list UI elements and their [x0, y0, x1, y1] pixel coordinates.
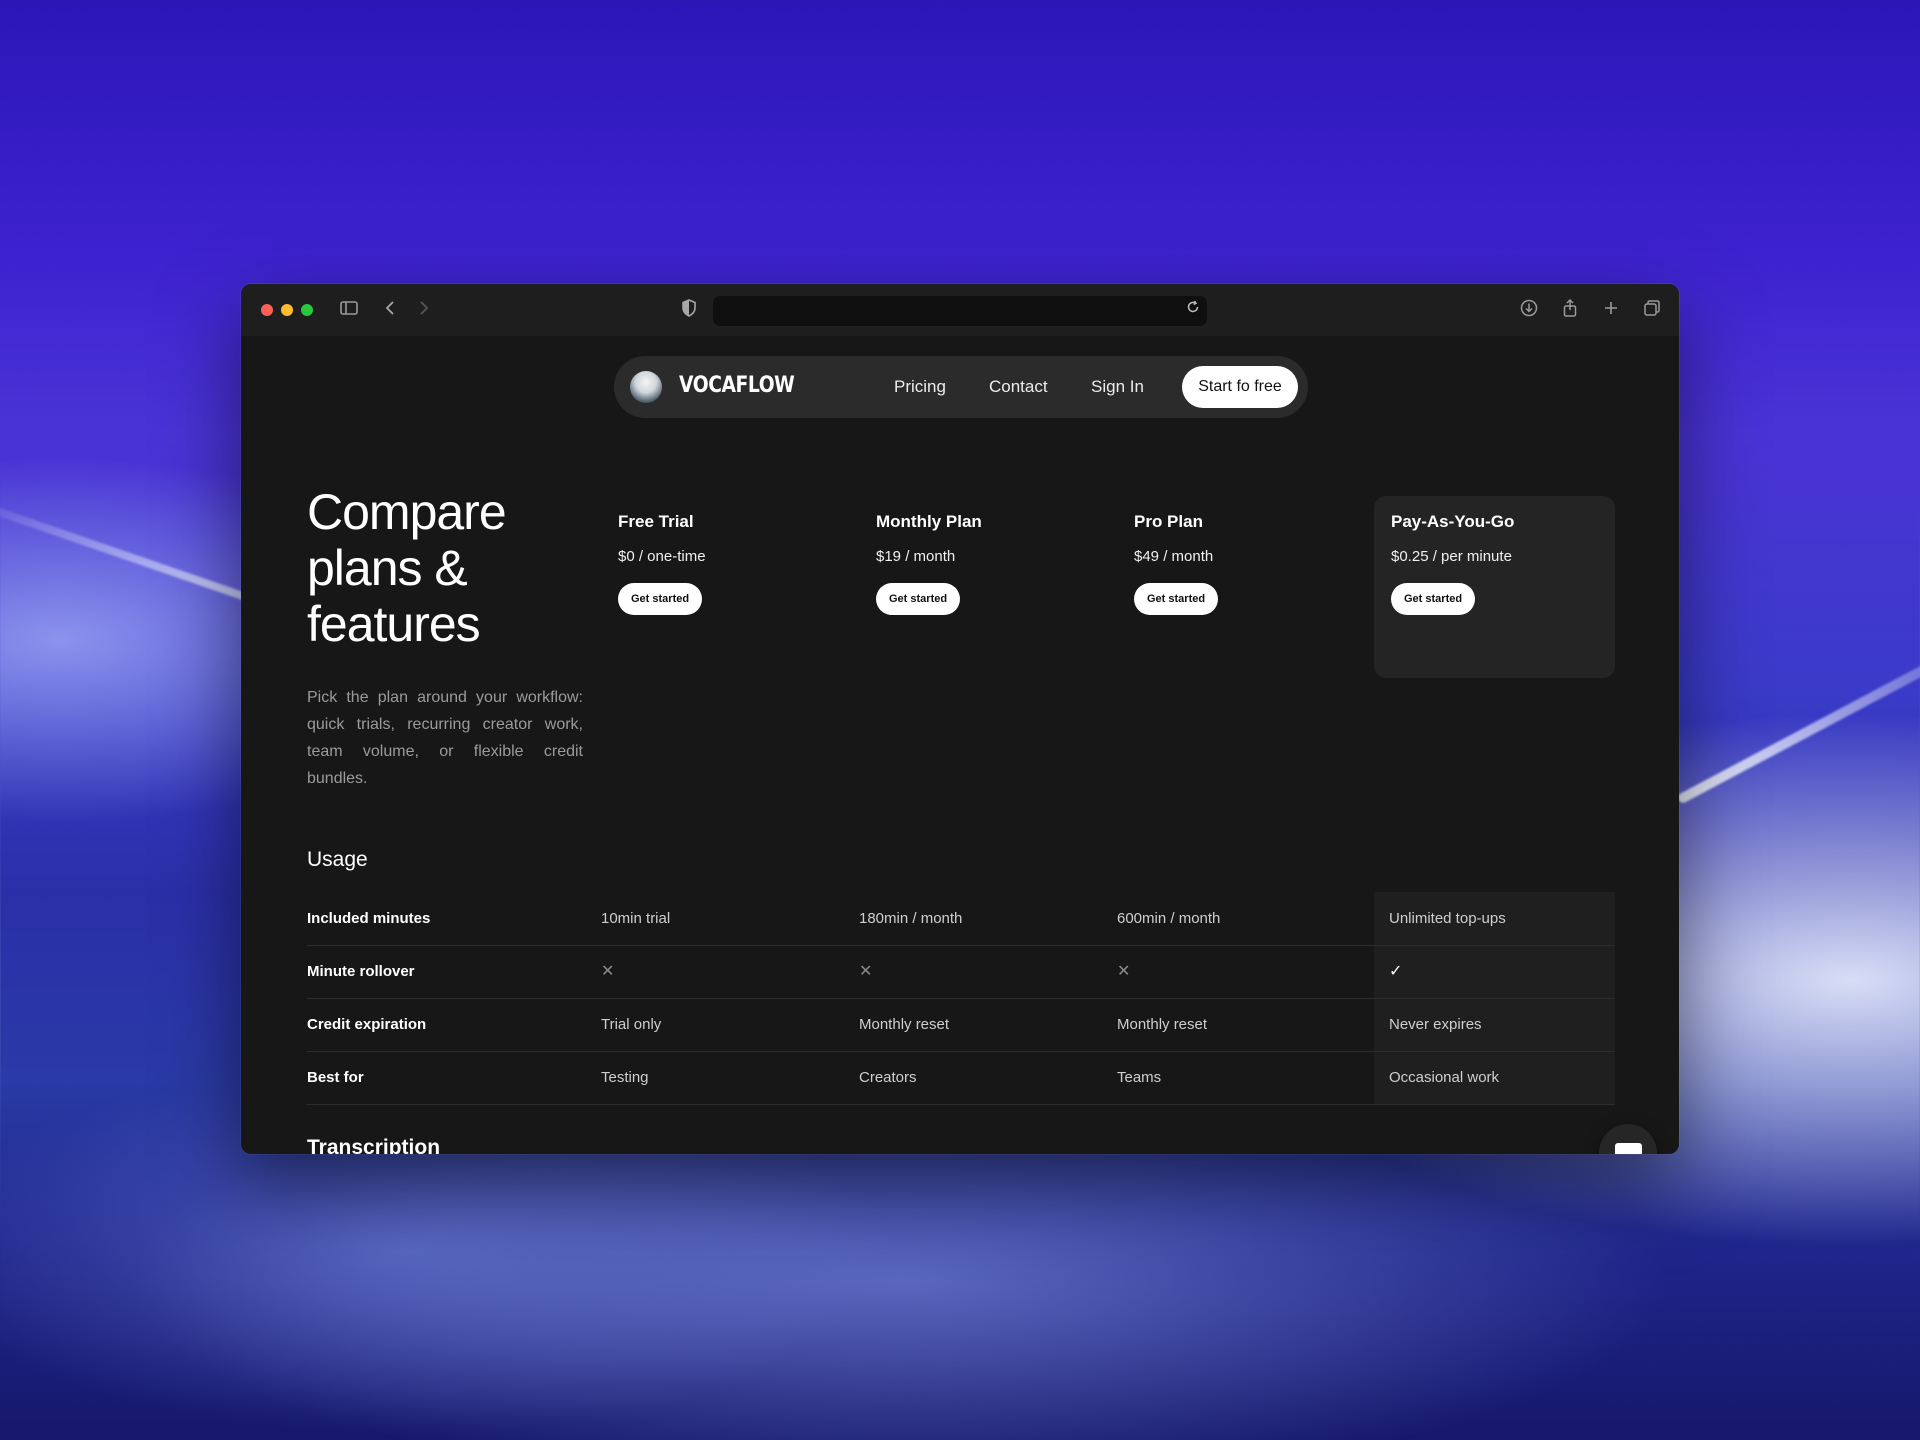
zoom-window-button[interactable]	[301, 304, 313, 316]
browser-toolbar	[241, 284, 1679, 337]
browser-window: VOCAFLOW Pricing Contact Sign In Start f…	[241, 284, 1679, 1154]
get-started-button[interactable]: Get started	[1391, 583, 1476, 615]
sidebar-icon[interactable]	[337, 298, 361, 324]
reload-icon[interactable]	[1185, 299, 1201, 320]
chevron-right-icon[interactable]	[411, 298, 435, 324]
page-title: Compare plans & features	[307, 484, 507, 652]
table-cell: Monthly reset	[859, 1016, 950, 1033]
top-navbar: VOCAFLOW Pricing Contact Sign In Start f…	[614, 356, 1308, 418]
nav-link-sign-in[interactable]: Sign In	[1091, 377, 1144, 397]
plan-price: $49 / month	[1134, 548, 1214, 565]
table-cell: Teams	[1117, 1069, 1162, 1086]
page-description: Pick the plan around your workflow: quic…	[307, 689, 583, 787]
get-started-button[interactable]: Get started	[618, 583, 703, 615]
plan-pro: Pro Plan $49 / month Get started	[1134, 512, 1219, 615]
brand-name[interactable]: VOCAFLOW	[679, 373, 795, 398]
address-bar[interactable]	[713, 296, 1207, 326]
table-cell: Trial only	[601, 1016, 662, 1033]
table-cell: Monthly reset	[1117, 1016, 1208, 1033]
table-cell: Creators	[859, 1069, 917, 1086]
minimize-window-button[interactable]	[281, 304, 293, 316]
share-icon[interactable]	[1558, 298, 1582, 324]
nav-link-contact[interactable]: Contact	[989, 377, 1048, 397]
plan-price: $19 / month	[876, 548, 956, 565]
row-label: Minute rollover	[307, 963, 415, 980]
plus-icon[interactable]	[1599, 298, 1623, 324]
section-title-transcription: Transcription	[307, 1136, 441, 1154]
table-cell: Occasional work	[1389, 1069, 1500, 1086]
plan-name: Monthly Plan	[876, 512, 982, 531]
chevron-left-icon[interactable]	[379, 298, 403, 324]
plan-name: Pro Plan	[1134, 512, 1203, 531]
cross-icon: ✕	[1117, 963, 1131, 980]
table-cell: 10min trial	[601, 910, 671, 927]
section-title-usage: Usage	[307, 848, 368, 871]
cross-icon: ✕	[859, 963, 873, 980]
table-row: Minute rollover ✕ ✕ ✕ ✓	[307, 945, 1615, 999]
chat-icon	[1615, 1143, 1642, 1154]
plan-price: $0.25 / per minute	[1391, 548, 1512, 565]
table-cell: Unlimited top-ups	[1389, 910, 1506, 927]
plan-name: Free Trial	[618, 512, 694, 531]
row-label: Included minutes	[307, 910, 431, 927]
table-cell: Testing	[601, 1069, 649, 1086]
table-cell: 180min / month	[859, 910, 963, 927]
tabs-overview-icon[interactable]	[1640, 298, 1664, 324]
check-icon: ✓	[1389, 963, 1403, 980]
download-icon[interactable]	[1517, 298, 1541, 324]
table-row: Credit expiration Trial only Monthly res…	[307, 998, 1615, 1052]
cross-icon: ✕	[601, 963, 615, 980]
plan-monthly: Monthly Plan $19 / month Get started	[876, 512, 982, 615]
table-row: Included minutes 10min trial 180min / mo…	[307, 892, 1615, 946]
start-free-button[interactable]: Start fo free	[1182, 366, 1298, 408]
table-row: Best for Testing Creators Teams Occasion…	[307, 1051, 1615, 1105]
row-label: Best for	[307, 1069, 364, 1086]
brand-logo-icon[interactable]	[630, 371, 662, 403]
nav-link-pricing[interactable]: Pricing	[894, 377, 946, 397]
table-cell: 600min / month	[1117, 910, 1221, 927]
get-started-button[interactable]: Get started	[876, 583, 961, 615]
plan-pay-as-you-go: Pay-As-You-Go $0.25 / per minute Get sta…	[1391, 512, 1514, 615]
table-cell: Never expires	[1389, 1016, 1482, 1033]
wallpaper-streak	[1676, 645, 1920, 805]
row-label: Credit expiration	[307, 1016, 427, 1033]
plan-price: $0 / one-time	[618, 548, 706, 565]
chat-button[interactable]	[1599, 1124, 1657, 1154]
shield-icon[interactable]	[677, 298, 701, 324]
plan-free-trial: Free Trial $0 / one-time Get started	[618, 512, 706, 615]
close-window-button[interactable]	[261, 304, 273, 316]
page-content: VOCAFLOW Pricing Contact Sign In Start f…	[241, 336, 1679, 1154]
get-started-button[interactable]: Get started	[1134, 583, 1219, 615]
plan-name: Pay-As-You-Go	[1391, 512, 1515, 531]
